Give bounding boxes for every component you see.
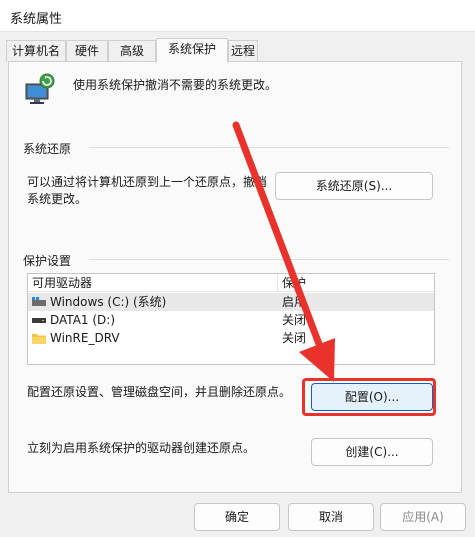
drive-list[interactable]: 可用驱动器 保护 Windows (C:) (系统) 启用 DATA1 (D:)… (27, 273, 435, 365)
cancel-button[interactable]: 取消 (288, 503, 374, 531)
restore-section-title: 系统还原 (23, 142, 72, 156)
system-drive-icon (32, 297, 46, 306)
tab-computer-name[interactable]: 计算机名 (6, 40, 66, 62)
system-restore-button[interactable]: 系统还原(S)... (275, 172, 433, 200)
drive-row-c[interactable]: Windows (C:) (系统) 启用 (28, 293, 434, 311)
restore-desc-line1: 可以通过将计算机还原到上一个还原点，撤消 (27, 175, 268, 189)
drive-name: WinRE_DRV (50, 331, 120, 345)
window-title: 系统属性 (10, 12, 63, 27)
drive-row-d[interactable]: DATA1 (D:) 关闭 (28, 311, 434, 329)
restore-divider (89, 147, 449, 148)
tab-advanced[interactable]: 高级 (108, 40, 156, 62)
header-protection[interactable]: 保护 (282, 274, 306, 292)
header-separator[interactable] (277, 274, 278, 292)
folder-icon (32, 334, 46, 344)
drive-list-header: 可用驱动器 保护 (28, 274, 434, 292)
drive-icon (32, 318, 46, 323)
drive-name: Windows (C:) (系统) (50, 295, 167, 309)
drive-status: 关闭 (282, 331, 307, 345)
header-available-drives[interactable]: 可用驱动器 (32, 274, 92, 292)
system-protection-panel: 使用系统保护撤消不需要的系统更改。 系统还原 可以通过将计算机还原到上一个还原点… (8, 61, 462, 493)
configure-description: 配置还原设置、管理磁盘空间，并且删除还原点。 (27, 385, 292, 399)
title-bar[interactable]: 系统属性 (0, 0, 475, 32)
protection-section-title: 保护设置 (23, 254, 72, 268)
ok-button[interactable]: 确定 (194, 503, 280, 531)
configure-button[interactable]: 配置(O)... (311, 383, 433, 411)
restore-desc-line2: 系统更改。 (27, 192, 88, 206)
system-protection-icon (25, 73, 55, 104)
create-button[interactable]: 创建(C)... (311, 438, 433, 466)
drive-status: 启用 (282, 295, 307, 309)
drive-status: 关闭 (282, 313, 307, 327)
create-description: 立刻为启用系统保护的驱动器创建还原点。 (27, 441, 256, 455)
apply-button[interactable]: 应用(A) (380, 503, 466, 531)
intro-text: 使用系统保护撤消不需要的系统更改。 (73, 78, 278, 92)
protection-divider (89, 259, 449, 260)
drive-name: DATA1 (D:) (50, 313, 116, 327)
restore-description: 可以通过将计算机还原到上一个还原点，撤消 系统更改。 (27, 174, 267, 208)
tab-remote[interactable]: 远程 (228, 40, 258, 62)
drive-row-winre[interactable]: WinRE_DRV 关闭 (28, 329, 434, 347)
tab-hardware[interactable]: 硬件 (66, 40, 108, 62)
tab-system-protection[interactable]: 系统保护 (156, 38, 228, 63)
